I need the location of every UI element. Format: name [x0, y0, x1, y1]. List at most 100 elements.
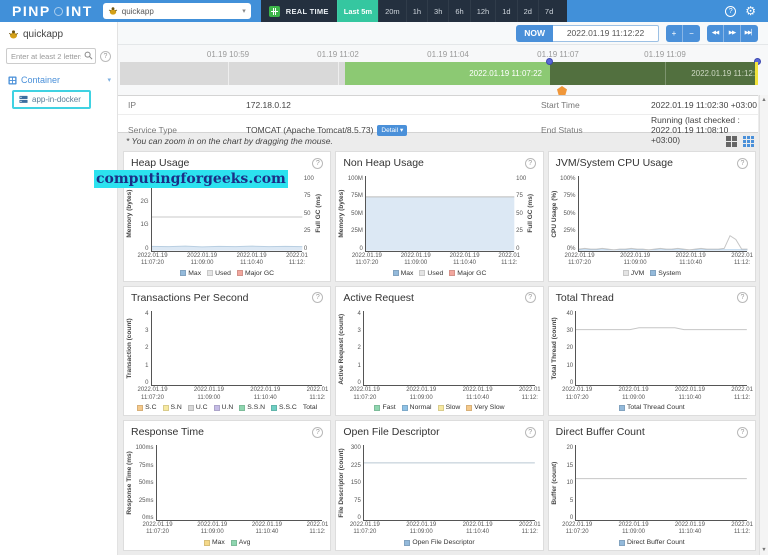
chart-card: Response Time ? Response Time (ms) 100ms…: [123, 420, 331, 551]
step-back-button[interactable]: ◀◀: [707, 25, 724, 42]
legend-item: S.N: [163, 404, 182, 411]
x-axis-tick: 2022.01.1911:09:00: [406, 387, 436, 401]
zoom-button-group: + −: [666, 25, 700, 42]
x-axis-tick: 2022.01.1911:07:20: [565, 253, 595, 267]
scroll-down-icon[interactable]: ▼: [761, 545, 766, 555]
chart-help-icon[interactable]: ?: [737, 427, 748, 438]
range-button[interactable]: 1h: [406, 0, 427, 22]
legend-swatch: [374, 405, 380, 411]
chart-legend: Total Thread Count: [549, 403, 755, 415]
step-forward-button[interactable]: ▶▶: [724, 25, 741, 42]
x-axis-tick: 2022.01.1911:10:40: [450, 253, 480, 267]
grid-3x3-view-icon[interactable]: [743, 136, 754, 147]
range-button[interactable]: Last 5m: [337, 0, 378, 22]
timeline-marker-icon[interactable]: [557, 86, 567, 95]
zoom-in-button[interactable]: +: [666, 25, 683, 42]
legend-item: Total: [303, 404, 317, 411]
timeline-cursor[interactable]: [755, 62, 758, 85]
timeline-bar[interactable]: 2022.01.19 11:07:22 2022.01.19 11:12:22: [120, 62, 758, 85]
timeline-tick: 01.19 11:07: [537, 50, 579, 59]
range-button[interactable]: 6h: [448, 0, 469, 22]
sidebar: quickapp ? Container ▾ app-in-docker: [0, 22, 118, 555]
chart-series-svg: [579, 176, 747, 251]
legend-swatch: [466, 405, 472, 411]
chart-help-icon[interactable]: ?: [737, 292, 748, 303]
chart-title: Non Heap Usage: [343, 157, 424, 169]
x-axis-tick: 2022.01.1911:10:40: [463, 387, 493, 401]
legend-item: Max: [393, 270, 414, 277]
legend-swatch: [650, 270, 656, 276]
main-content: NOW + − ◀◀ ▶▶ ▶▶▏ 01.19 10:59 01.19 11:0…: [118, 22, 768, 555]
timeline[interactable]: 01.19 10:59 01.19 11:02 01.19 11:04 01.1…: [118, 45, 768, 95]
chart-card: Open File Descriptor ? File Descriptor (…: [335, 420, 543, 551]
timeline-selection[interactable]: 2022.01.19 11:12:22: [550, 62, 758, 85]
x-axis-tick: 2022.01.1911:07:20: [562, 387, 592, 401]
chart-title: Total Thread: [556, 292, 614, 304]
calendar-icon[interactable]: [269, 6, 280, 17]
search-help-icon[interactable]: ?: [100, 51, 111, 62]
chart-help-icon[interactable]: ?: [525, 292, 536, 303]
chart-legend: S.CS.NU.CU.NS.S.NS.S.CTotal: [124, 403, 330, 415]
timeline-tick: 01.19 11:04: [427, 50, 469, 59]
range-button[interactable]: 1d: [495, 0, 516, 22]
help-icon[interactable]: ?: [725, 6, 736, 17]
chart-plot[interactable]: 2022.01.1911:07:202022.01.1911:09:002022…: [575, 445, 747, 521]
x-axis-ticks: 2022.01.1911:07:202022.01.1911:09:002022…: [138, 387, 329, 401]
x-axis-tick: 2022.0111:12:: [519, 387, 541, 401]
legend-item: Avg: [231, 539, 251, 546]
search-input[interactable]: [6, 48, 96, 64]
selection-handle-left[interactable]: [546, 58, 553, 65]
grid-2x2-view-icon[interactable]: [726, 136, 737, 147]
sidebar-group-container[interactable]: Container ▾: [0, 70, 117, 90]
y-axis-label: Transaction (count): [127, 311, 134, 387]
chart-help-icon[interactable]: ?: [525, 158, 536, 169]
gear-icon[interactable]: ⚙: [745, 5, 756, 17]
jump-latest-button[interactable]: ▶▶▏: [741, 25, 758, 42]
chart-plot[interactable]: 2022.01.1911:07:202022.01.1911:09:002022…: [363, 311, 535, 387]
legend-swatch: [393, 270, 399, 276]
sidebar-item-app-in-docker[interactable]: app-in-docker: [12, 90, 91, 109]
right-axis-ticks: 1007550250: [302, 176, 316, 252]
x-axis-tick: 2022.01.1911:10:40: [250, 387, 280, 401]
chart-plot[interactable]: 2022.01.1911:07:202022.01.1911:09:002022…: [575, 311, 747, 387]
chart-plot[interactable]: 2022.01.1911:07:202022.01.1911:09:002022…: [365, 176, 514, 252]
chart-title: Heap Usage: [131, 157, 189, 169]
zoom-out-button[interactable]: −: [683, 25, 700, 42]
x-axis-ticks: 2022.01.1911:07:202022.01.1911:09:002022…: [350, 522, 541, 536]
chart-help-icon[interactable]: ?: [312, 158, 323, 169]
legend-item: JVM: [623, 270, 645, 277]
realtime-button[interactable]: REAL TIME: [286, 7, 329, 16]
x-axis-tick: 2022.0111:12:: [307, 522, 329, 536]
range-button[interactable]: 3h: [427, 0, 448, 22]
y-axis-label: Active Request (count): [339, 311, 346, 387]
legend-swatch: [180, 270, 186, 276]
range-button[interactable]: 7d: [538, 0, 559, 22]
range-button[interactable]: 2d: [517, 0, 538, 22]
chart-series-svg: [576, 445, 747, 520]
chart-plot[interactable]: 2022.01.1911:07:202022.01.1911:09:002022…: [578, 176, 747, 252]
chart-help-icon[interactable]: ?: [312, 427, 323, 438]
chart-help-icon[interactable]: ?: [312, 292, 323, 303]
chart-help-icon[interactable]: ?: [737, 158, 748, 169]
chart-help-icon[interactable]: ?: [525, 427, 536, 438]
chart-plot[interactable]: 2022.01.1911:07:202022.01.1911:09:002022…: [151, 311, 323, 387]
legend-swatch: [404, 540, 410, 546]
chart-plot[interactable]: 2022.01.1911:07:202022.01.1911:09:002022…: [363, 445, 535, 521]
legend-swatch: [163, 405, 169, 411]
range-button[interactable]: 20m: [378, 0, 406, 22]
x-axis-tick: 2022.01.1911:10:40: [675, 522, 705, 536]
right-axis-label: Full GC (ms): [316, 176, 323, 252]
range-button[interactable]: 12h: [470, 0, 496, 22]
application-selector[interactable]: quickapp ▾: [103, 3, 251, 19]
chart-title: Active Request: [343, 292, 414, 304]
datetime-input[interactable]: [553, 25, 659, 42]
search-icon: [84, 51, 93, 60]
legend-item: Very Slow: [466, 404, 504, 411]
now-button[interactable]: NOW: [516, 25, 553, 42]
chart-plot[interactable]: 2022.01.1911:07:202022.01.1911:09:002022…: [156, 445, 323, 521]
legend-item: Open File Descriptor: [404, 539, 474, 546]
vertical-scrollbar[interactable]: ▲ ▼: [759, 95, 768, 555]
legend-item: Total Thread Count: [619, 404, 685, 411]
chevron-down-icon[interactable]: ▾: [107, 76, 111, 84]
scroll-up-icon[interactable]: ▲: [761, 95, 766, 105]
